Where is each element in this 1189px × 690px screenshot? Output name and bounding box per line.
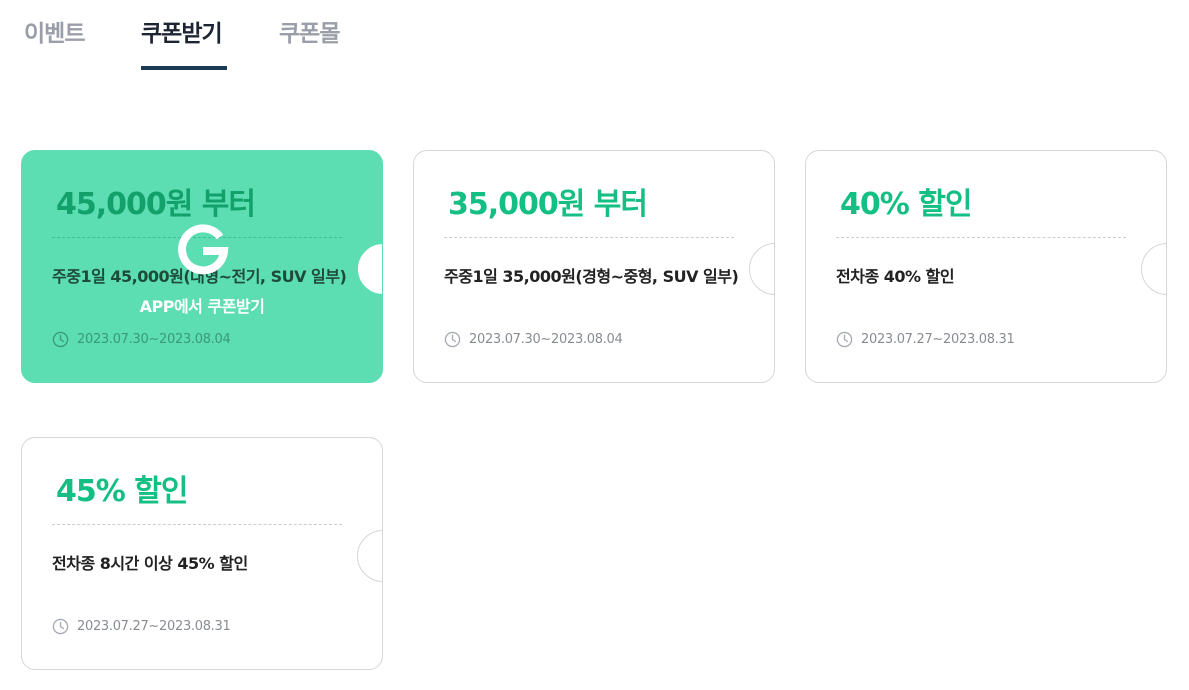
clock-icon bbox=[444, 331, 461, 348]
tab-bar: 이벤트 쿠폰받기 쿠폰몰 bbox=[0, 0, 1189, 70]
coupon-period: 2023.07.30~2023.08.04 bbox=[444, 331, 623, 348]
coupon-title: 40% 할인 bbox=[840, 187, 972, 222]
app-logo-icon bbox=[178, 224, 229, 275]
coupon-title: 45% 할인 bbox=[56, 474, 188, 509]
coupon-description: 전차종 40% 할인 bbox=[836, 267, 955, 286]
coupon-divider bbox=[52, 524, 342, 525]
coupon-divider bbox=[836, 237, 1126, 238]
clock-icon bbox=[52, 618, 69, 635]
coupon-title: 45,000원 부터 bbox=[56, 187, 256, 222]
coupon-card[interactable]: 45,000원 부터 주중1일 45,000원(대형~전기, SUV 일부) 2… bbox=[21, 150, 383, 383]
coupon-period-text: 2023.07.27~2023.08.31 bbox=[77, 619, 231, 634]
coupon-card[interactable]: 45% 할인 전차종 8시간 이상 45% 할인 2023.07.27~2023… bbox=[21, 437, 383, 670]
coupon-period-text: 2023.07.30~2023.08.04 bbox=[469, 332, 623, 347]
coupon-card[interactable]: 35,000원 부터 주중1일 35,000원(경형~중형, SUV 일부) 2… bbox=[413, 150, 775, 383]
coupon-description: 주중1일 35,000원(경형~중형, SUV 일부) bbox=[444, 267, 739, 286]
coupon-period-text: 2023.07.30~2023.08.04 bbox=[77, 332, 231, 347]
coupon-description: 전차종 8시간 이상 45% 할인 bbox=[52, 554, 248, 573]
tab-get-coupons[interactable]: 쿠폰받기 bbox=[141, 14, 223, 48]
coupon-notch bbox=[749, 243, 774, 295]
active-tab-indicator bbox=[141, 66, 227, 70]
coupon-notch bbox=[357, 243, 382, 295]
coupon-notch bbox=[1141, 243, 1166, 295]
clock-icon bbox=[52, 331, 69, 348]
tab-coupon-mall[interactable]: 쿠폰몰 bbox=[279, 14, 340, 48]
coupon-notch bbox=[357, 530, 382, 582]
coupon-period: 2023.07.30~2023.08.04 bbox=[52, 331, 231, 348]
coupon-period: 2023.07.27~2023.08.31 bbox=[52, 618, 231, 635]
coupon-period-text: 2023.07.27~2023.08.31 bbox=[861, 332, 1015, 347]
tab-events[interactable]: 이벤트 bbox=[24, 14, 85, 48]
get-coupon-in-app-label[interactable]: APP에서 쿠폰받기 bbox=[22, 293, 382, 317]
clock-icon bbox=[836, 331, 853, 348]
coupon-divider bbox=[444, 237, 734, 238]
coupon-period: 2023.07.27~2023.08.31 bbox=[836, 331, 1015, 348]
coupon-card[interactable]: 40% 할인 전차종 40% 할인 2023.07.27~2023.08.31 bbox=[805, 150, 1167, 383]
coupon-title: 35,000원 부터 bbox=[448, 187, 648, 222]
